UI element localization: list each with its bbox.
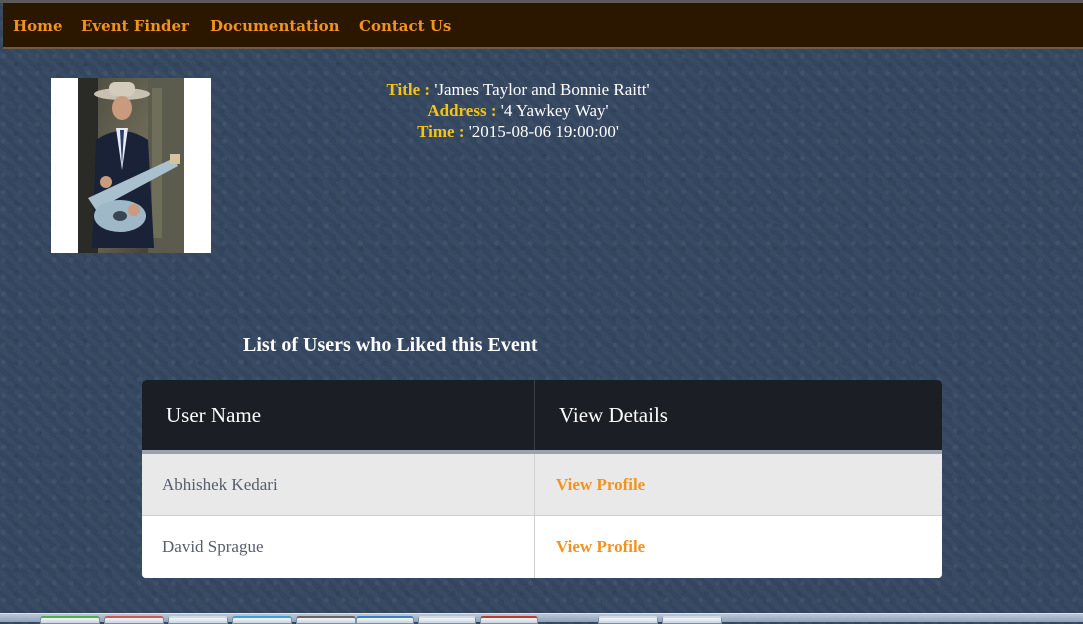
- user-name-cell: Abhishek Kedari: [142, 454, 535, 515]
- os-taskbar: [0, 613, 1083, 624]
- view-details-cell: View Profile: [535, 516, 942, 578]
- user-name-cell: David Sprague: [142, 516, 535, 578]
- taskbar-button-9[interactable]: [598, 616, 658, 624]
- event-address-value: '4 Yawkey Way': [500, 101, 609, 120]
- taskbar-button-5[interactable]: [296, 616, 356, 624]
- event-time-value: '2015-08-06 19:00:00': [468, 122, 619, 141]
- event-title-value: 'James Taylor and Bonnie Raitt': [434, 80, 650, 99]
- nav-event-finder-link[interactable]: Event Finder: [81, 17, 189, 35]
- taskbar-button-10[interactable]: [662, 616, 722, 624]
- event-time-label: Time :: [417, 122, 465, 141]
- view-profile-link[interactable]: View Profile: [556, 537, 645, 557]
- event-info: Title : 'James Taylor and Bonnie Raitt' …: [288, 79, 748, 142]
- column-header-view-details: View Details: [559, 402, 668, 427]
- top-navbar: Home Event Finder Documentation Contact …: [3, 3, 1083, 49]
- table-row: Abhishek Kedari View Profile: [142, 454, 942, 516]
- column-header-user-name: User Name: [142, 380, 535, 450]
- table-header-row: User Name View Details: [142, 380, 942, 454]
- event-photo: [51, 78, 211, 253]
- event-address-line: Address : '4 Yawkey Way': [288, 100, 748, 121]
- nav-documentation-link[interactable]: Documentation: [210, 17, 340, 35]
- view-profile-link[interactable]: View Profile: [556, 475, 645, 495]
- taskbar-button-4[interactable]: [232, 616, 292, 624]
- taskbar-button-2[interactable]: [104, 616, 164, 624]
- taskbar-button-3[interactable]: [168, 616, 228, 624]
- taskbar-button-6[interactable]: [356, 616, 414, 624]
- event-address-label: Address :: [427, 101, 497, 120]
- liked-users-table: User Name View Details Abhishek Kedari V…: [142, 380, 942, 578]
- table-row: David Sprague View Profile: [142, 516, 942, 578]
- event-title-label: Title :: [386, 80, 431, 99]
- taskbar-button-1[interactable]: [40, 616, 100, 624]
- likes-heading: List of Users who Liked this Event: [243, 334, 538, 356]
- taskbar-button-8[interactable]: [480, 616, 538, 624]
- performer-photo-icon: [78, 78, 184, 253]
- view-details-cell: View Profile: [535, 454, 942, 515]
- taskbar-button-7[interactable]: [418, 616, 476, 624]
- nav-home-link[interactable]: Home: [13, 17, 63, 35]
- event-title-line: Title : 'James Taylor and Bonnie Raitt': [288, 79, 748, 100]
- event-time-line: Time : '2015-08-06 19:00:00': [288, 121, 748, 142]
- nav-contact-us-link[interactable]: Contact Us: [359, 17, 451, 35]
